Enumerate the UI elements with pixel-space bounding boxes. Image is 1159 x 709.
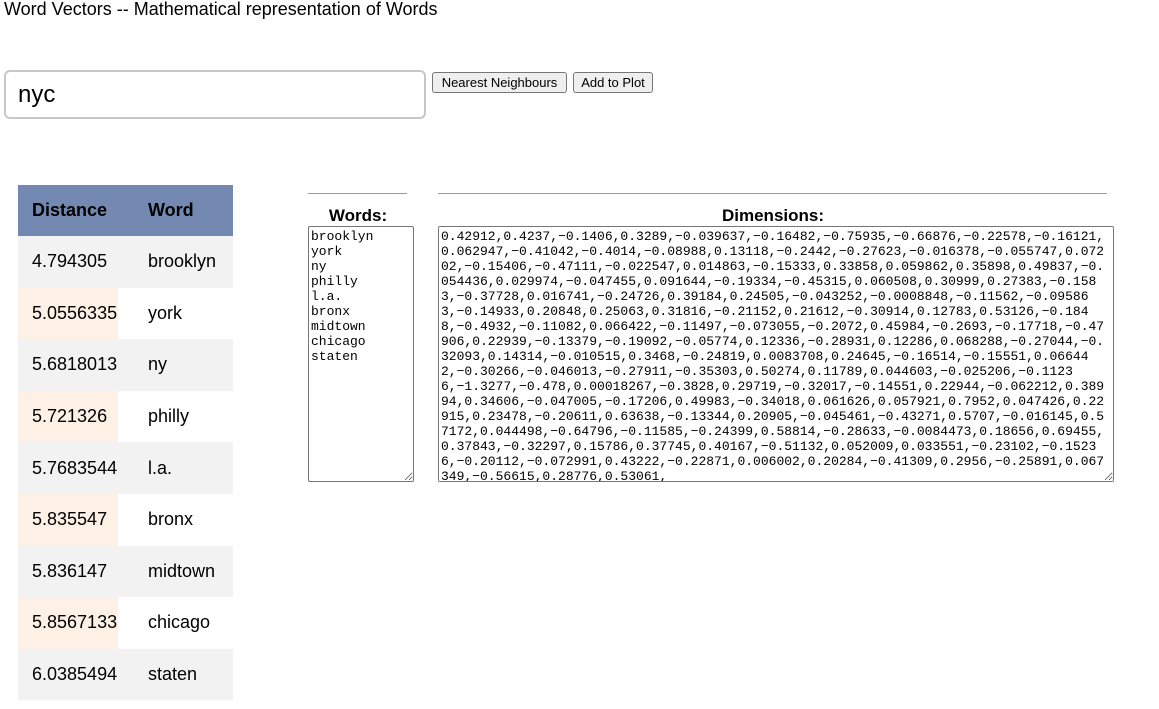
word-cell: chicago <box>118 597 233 649</box>
table-row: 5.8567133 chicago <box>18 597 233 649</box>
add-to-plot-button[interactable]: Add to Plot <box>573 72 653 93</box>
distance-cell: 4.794305 <box>18 236 118 288</box>
word-cell: ny <box>118 339 233 391</box>
word-cell: york <box>118 287 233 340</box>
dimensions-divider <box>438 193 1107 194</box>
results-table: Distance Word 4.794305 brooklyn 5.055633… <box>18 185 233 701</box>
words-label: Words: <box>328 206 388 225</box>
distance-cell: 5.8567133 <box>18 597 118 649</box>
word-cell: l.a. <box>118 442 233 494</box>
dimensions-textarea[interactable]: 0.42912,0.4237,−0.1406,0.3289,−0.039637,… <box>438 226 1114 482</box>
word-cell: brooklyn <box>118 236 233 288</box>
results-header-row: Distance Word <box>18 185 233 236</box>
word-column-header: Word <box>118 185 233 236</box>
distance-cell: 5.836147 <box>18 545 118 598</box>
distance-cell: 5.0556335 <box>18 287 118 340</box>
distance-column-header: Distance <box>18 185 118 236</box>
nearest-neighbours-button[interactable]: Nearest Neighbours <box>432 72 567 93</box>
distance-cell: 5.721326 <box>18 390 118 443</box>
distance-cell: 5.6818013 <box>18 339 118 391</box>
word-cell: midtown <box>118 545 233 598</box>
word-cell: bronx <box>118 493 233 546</box>
table-row: 5.836147 midtown <box>18 545 233 598</box>
table-row: 5.6818013 ny <box>18 339 233 391</box>
page-title: Word Vectors -- Mathematical representat… <box>4 0 438 19</box>
table-row: 5.835547 bronx <box>18 493 233 546</box>
words-divider <box>308 193 407 194</box>
search-input[interactable] <box>4 70 426 119</box>
table-row: 5.7683544 l.a. <box>18 442 233 494</box>
distance-cell: 5.7683544 <box>18 442 118 494</box>
distance-cell: 5.835547 <box>18 493 118 546</box>
table-row: 4.794305 brooklyn <box>18 236 233 288</box>
words-textarea[interactable]: brooklyn york ny philly l.a. bronx midto… <box>308 226 414 482</box>
dimensions-label: Dimensions: <box>721 206 825 225</box>
table-row: 5.721326 philly <box>18 390 233 443</box>
distance-cell: 6.0385494 <box>18 648 118 701</box>
word-cell: philly <box>118 390 233 443</box>
table-row: 5.0556335 york <box>18 287 233 340</box>
word-cell: staten <box>118 648 233 701</box>
table-row: 6.0385494 staten <box>18 648 233 701</box>
